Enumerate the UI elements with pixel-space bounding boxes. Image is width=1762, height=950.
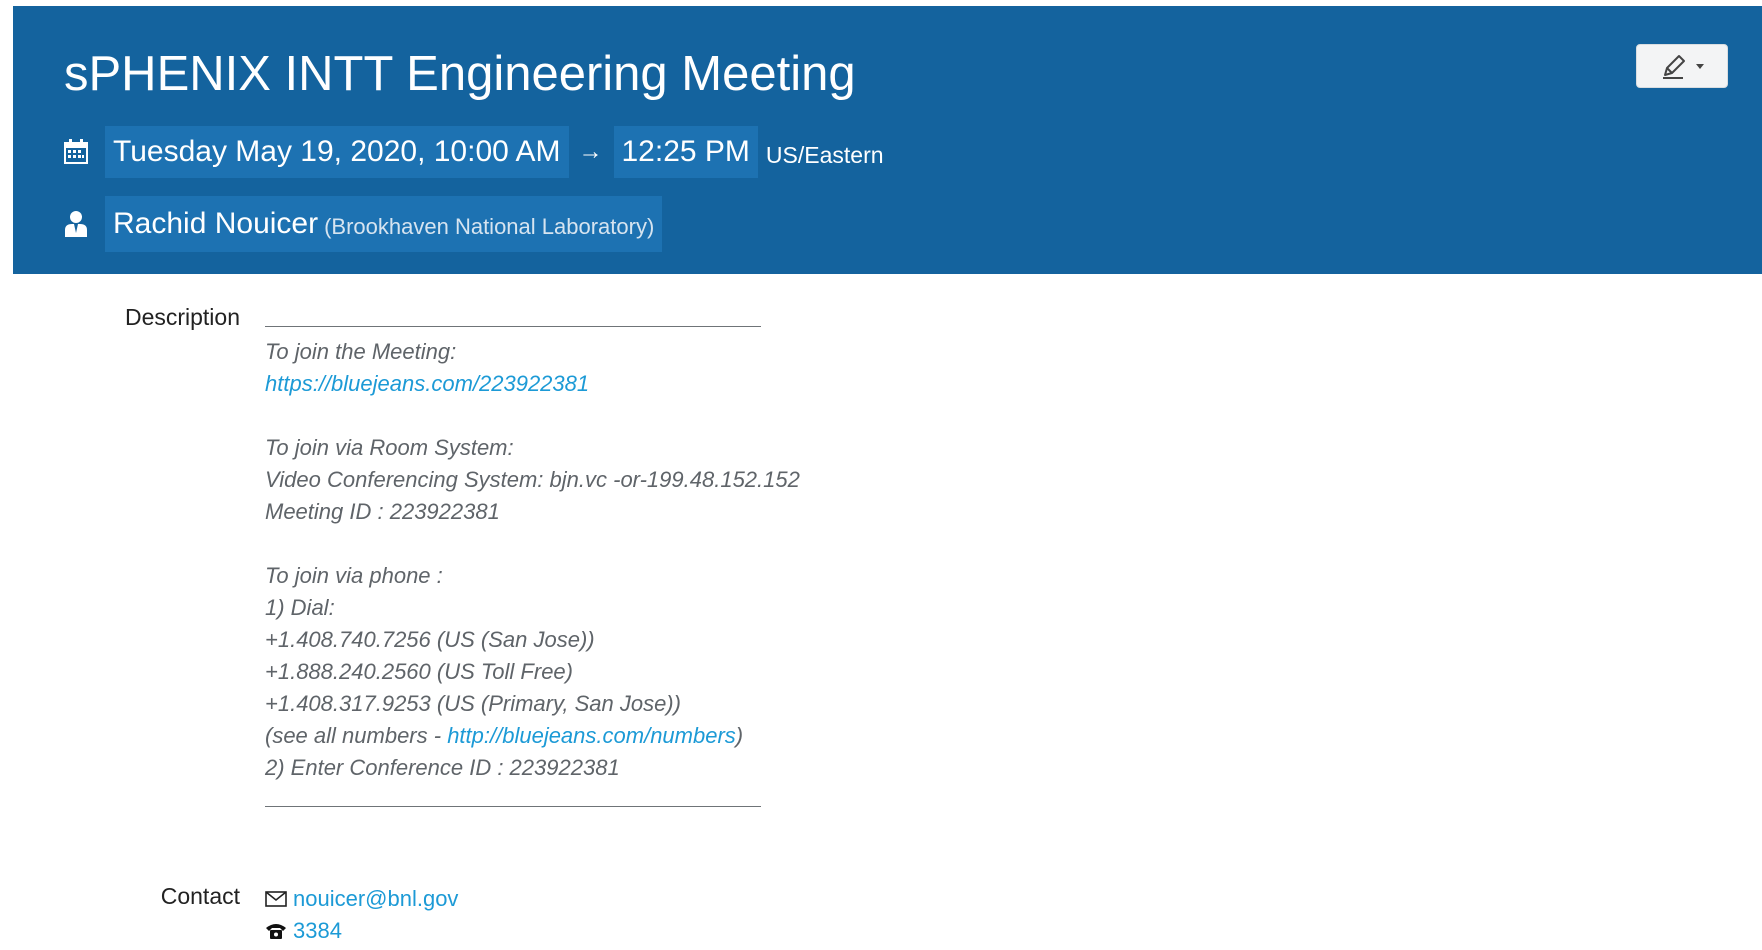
event-page: sPHENIX INTT Engineering Meeting Tuesday…: [0, 0, 1762, 950]
event-chair-row: Rachid Nouicer (Brookhaven National Labo…: [61, 196, 663, 252]
description-label: Description: [124, 304, 240, 330]
date-range-arrow: →: [578, 138, 603, 165]
edit-menu-button[interactable]: [1636, 44, 1728, 88]
desc-line: +1.888.240.2560 (US Toll Free): [265, 659, 573, 684]
divider-top: [265, 304, 761, 327]
desc-line: To join via phone :: [265, 563, 443, 588]
event-timezone: US/Eastern: [765, 141, 884, 168]
event-datetime-row: Tuesday May 19, 2020, 10:00 AM → 12:25 P…: [61, 126, 884, 178]
desc-line: +1.408.317.9253 (US (Primary, San Jose)): [265, 691, 681, 716]
divider-bottom: [265, 784, 761, 807]
event-start-date: Tuesday May 19, 2020, 10:00 AM: [105, 126, 569, 178]
desc-line: To join the Meeting:: [265, 339, 457, 364]
see-all-suffix: ): [735, 723, 744, 748]
event-end-time: 12:25 PM: [613, 126, 758, 178]
desc-line: 1) Dial:: [265, 595, 335, 620]
chair-affiliation: (Brookhaven National Laboratory): [324, 214, 655, 239]
desc-line: 2) Enter Conference ID : 223922381: [265, 755, 620, 780]
event-header: sPHENIX INTT Engineering Meeting Tuesday…: [13, 6, 1762, 274]
contact-email-link[interactable]: nouicer@bnl.gov: [293, 883, 458, 915]
event-chair[interactable]: Rachid Nouicer (Brookhaven National Labo…: [105, 196, 663, 252]
desc-line: Video Conferencing System: bjn.vc -or-19…: [265, 467, 800, 492]
contact-phone-link[interactable]: 3384: [293, 915, 342, 947]
page-title: sPHENIX INTT Engineering Meeting: [64, 47, 856, 101]
caret-down-icon: [1696, 64, 1704, 69]
desc-line: +1.408.740.7256 (US (San Jose)): [265, 627, 595, 652]
phone-icon: [265, 922, 289, 940]
user-icon: [61, 209, 91, 239]
description-body: To join the Meeting: https://bluejeans.c…: [265, 304, 800, 816]
meeting-link[interactable]: https://bluejeans.com/223922381: [265, 371, 589, 396]
contact-email-item: nouicer@bnl.gov: [265, 883, 458, 915]
contact-list: nouicer@bnl.gov 3384: [265, 883, 458, 947]
envelope-icon: [265, 891, 289, 907]
numbers-link[interactable]: http://bluejeans.com/numbers: [447, 723, 736, 748]
chair-name: Rachid Nouicer: [113, 207, 319, 240]
calendar-icon: [61, 137, 91, 167]
desc-line: To join via Room System:: [265, 435, 514, 460]
pencil-icon: [1663, 55, 1685, 79]
see-all-numbers-line: (see all numbers - http://bluejeans.com/…: [265, 720, 800, 752]
contact-phone-item: 3384: [265, 915, 458, 947]
contact-label: Contact: [160, 883, 240, 909]
desc-line: Meeting ID : 223922381: [265, 499, 500, 524]
see-all-prefix: (see all numbers -: [265, 723, 448, 748]
